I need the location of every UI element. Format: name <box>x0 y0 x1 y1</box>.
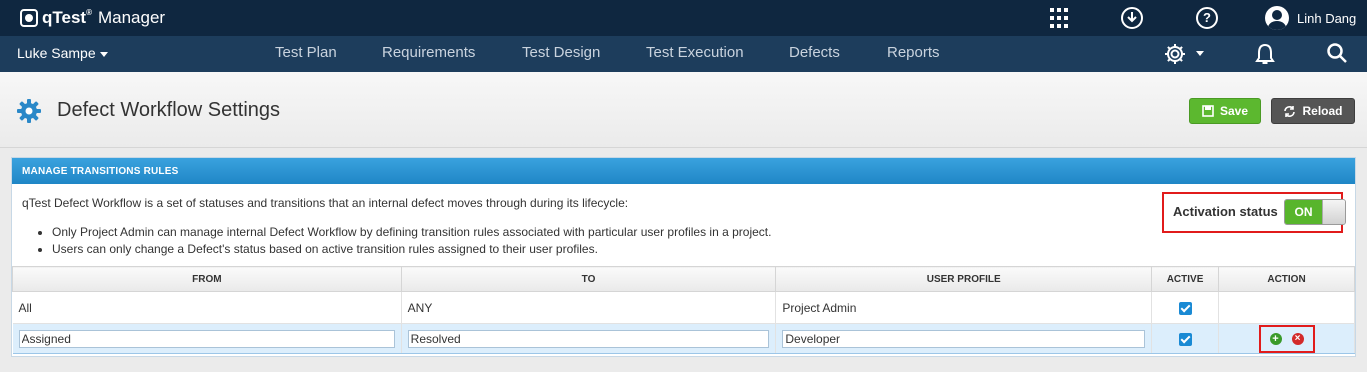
search-icon[interactable] <box>1326 42 1348 64</box>
download-icon[interactable] <box>1121 7 1143 29</box>
gear-icon[interactable] <box>1163 42 1187 66</box>
cell-user-profile <box>775 323 1153 354</box>
nav-test-plan[interactable]: Test Plan <box>275 44 337 61</box>
add-icon[interactable]: + <box>1269 332 1282 345</box>
col-from: FROM <box>12 266 402 292</box>
apps-grid-icon[interactable] <box>1050 7 1072 29</box>
project-selector[interactable]: Luke Sampe <box>17 45 108 61</box>
settings-chevron-down-icon[interactable] <box>1196 51 1204 56</box>
remove-icon[interactable]: × <box>1291 332 1304 345</box>
nav-test-execution[interactable]: Test Execution <box>646 44 744 61</box>
nav-test-design[interactable]: Test Design <box>522 44 600 61</box>
transition-rules-table: FROM TO USER PROFILE ACTIVE ACTION All A… <box>12 266 1355 354</box>
table-row-editing[interactable]: + × <box>12 323 1355 354</box>
cell-from <box>12 323 402 354</box>
cell-action <box>1218 291 1355 324</box>
nav-defects[interactable]: Defects <box>789 44 840 61</box>
col-to: TO <box>400 266 777 292</box>
chevron-down-icon <box>99 51 108 57</box>
logo-mark-icon <box>20 9 38 27</box>
table-header-row: FROM TO USER PROFILE ACTIVE ACTION <box>12 266 1355 292</box>
cell-active <box>1151 323 1220 354</box>
activation-toggle[interactable]: ON <box>1284 199 1346 225</box>
active-checkbox[interactable] <box>1178 332 1192 346</box>
table-row[interactable]: All ANY Project Admin <box>12 291 1355 324</box>
settings-gear-icon <box>16 98 42 124</box>
bullet-item: Users can only change a Defect's status … <box>52 241 771 258</box>
activation-label: Activation status <box>1173 204 1278 219</box>
from-input[interactable] <box>18 329 395 348</box>
col-active: ACTIVE <box>1151 266 1220 292</box>
transition-rules-panel: MANAGE TRANSITIONS RULES qTest Defect Wo… <box>11 157 1356 357</box>
logo-brand: qTest® <box>42 8 92 27</box>
active-checkbox[interactable] <box>1178 301 1192 315</box>
bell-icon[interactable] <box>1254 42 1276 66</box>
save-icon <box>1202 105 1214 117</box>
user-profile-input[interactable] <box>782 329 1146 348</box>
col-user-profile: USER PROFILE <box>775 266 1153 292</box>
col-action: ACTION <box>1218 266 1355 292</box>
page-header: Defect Workflow Settings Save Reload <box>0 72 1367 148</box>
activation-status: Activation status ON <box>1162 192 1346 233</box>
intro-bullets: Only Project Admin can manage internal D… <box>52 224 771 258</box>
cell-action: + × <box>1218 323 1355 354</box>
bullet-item: Only Project Admin can manage internal D… <box>52 224 771 241</box>
reload-label: Reload <box>1302 104 1343 118</box>
cell-to: ANY <box>401 291 777 324</box>
nav-reports[interactable]: Reports <box>887 44 940 61</box>
save-button[interactable]: Save <box>1189 98 1261 124</box>
toggle-knob[interactable] <box>1322 200 1345 224</box>
cell-from: All <box>12 291 402 324</box>
nav-requirements[interactable]: Requirements <box>382 44 475 61</box>
reload-button[interactable]: Reload <box>1271 98 1355 124</box>
save-label: Save <box>1219 104 1249 118</box>
avatar[interactable] <box>1265 6 1289 30</box>
cell-to <box>401 323 777 354</box>
to-input[interactable] <box>407 329 770 348</box>
help-icon[interactable]: ? <box>1196 7 1218 29</box>
page-title: Defect Workflow Settings <box>57 99 281 121</box>
row-actions: + × <box>1258 324 1315 353</box>
cell-active <box>1151 291 1220 324</box>
reload-icon <box>1284 105 1296 117</box>
cell-user-profile: Project Admin <box>775 291 1153 324</box>
user-name[interactable]: Linh Dang <box>1297 11 1356 26</box>
toggle-on-label: ON <box>1285 200 1322 224</box>
intro-text: qTest Defect Workflow is a set of status… <box>22 196 629 210</box>
logo-product: Manager <box>97 8 166 27</box>
panel-header: MANAGE TRANSITIONS RULES <box>12 158 1355 184</box>
top-bar: qTest® Manager ? Linh Dang <box>0 0 1367 36</box>
nav-bar: Luke Sampe Test Plan Requirements Test D… <box>0 36 1367 72</box>
app-logo[interactable]: qTest® Manager <box>20 7 165 29</box>
